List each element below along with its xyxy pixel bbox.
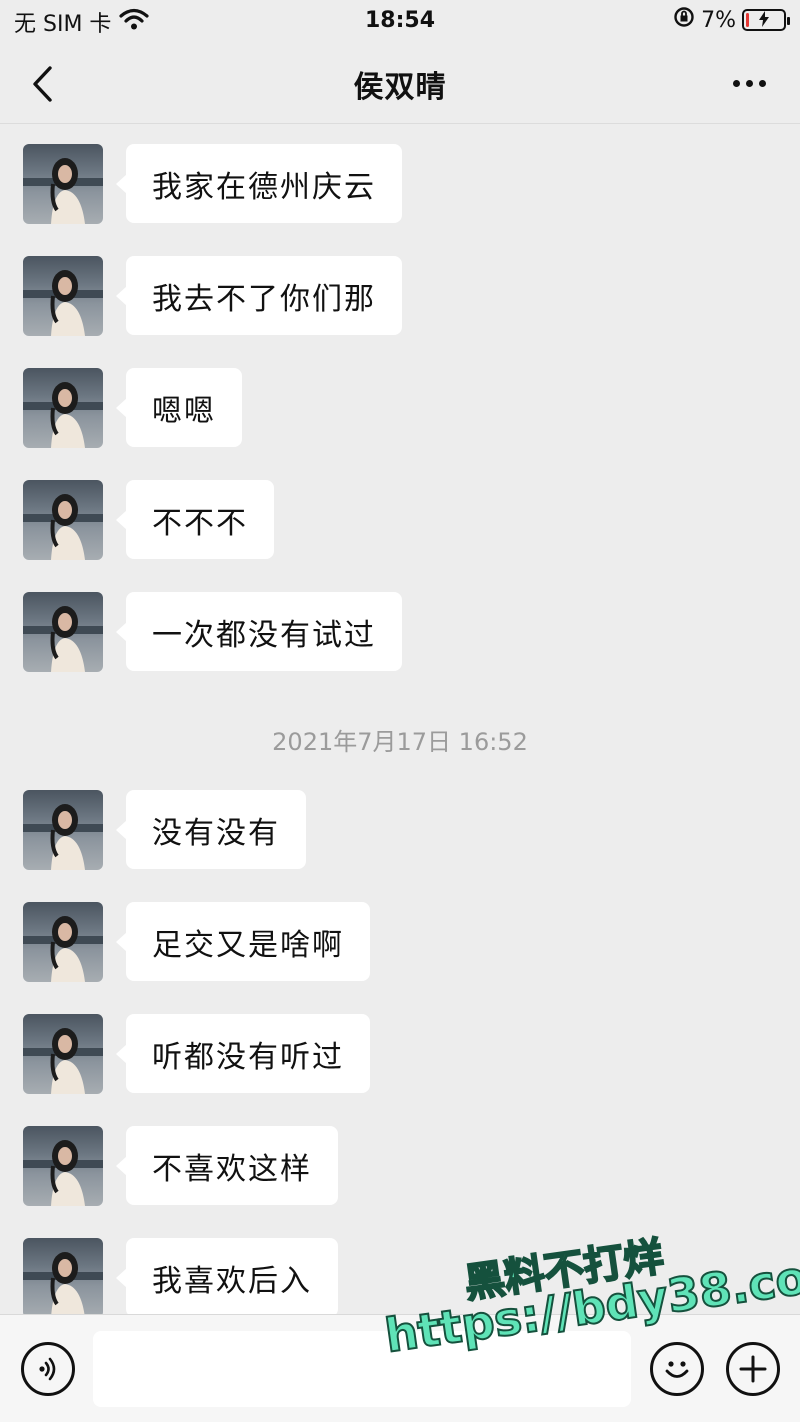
avatar[interactable] (23, 480, 103, 560)
plus-icon (739, 1355, 767, 1383)
more-dots-icon (733, 79, 740, 87)
message-row: 没有没有 (23, 790, 723, 870)
message-bubble[interactable]: 我喜欢后入 (116, 1238, 338, 1317)
message-timestamp: 2021年7月17日 16:52 (272, 728, 528, 756)
avatar[interactable] (23, 1014, 103, 1094)
page-title: 侯双晴 (353, 69, 447, 105)
message-row: 我家在德州庆云 (23, 144, 723, 224)
charging-bolt-icon (758, 10, 770, 30)
message-bubble[interactable]: 没有没有 (116, 790, 306, 869)
message-row: 不不不 (23, 480, 723, 560)
voice-button[interactable] (21, 1342, 75, 1396)
battery-percent: 7% (701, 7, 736, 33)
emoji-button[interactable] (650, 1342, 704, 1396)
plus-button[interactable] (726, 1342, 780, 1396)
avatar[interactable] (23, 1126, 103, 1206)
status-bar: 无 SIM 卡 18:54 7% (0, 0, 800, 44)
avatar[interactable] (23, 902, 103, 982)
avatar[interactable] (23, 144, 103, 224)
message-bubble[interactable]: 听都没有听过 (116, 1014, 370, 1093)
message-row: 听都没有听过 (23, 1014, 723, 1094)
chevron-left-icon (33, 66, 52, 102)
avatar[interactable] (23, 592, 103, 672)
orientation-lock-icon (673, 6, 695, 34)
emoji-icon (665, 1361, 689, 1378)
message-bubble[interactable]: 一次都没有试过 (116, 592, 402, 671)
status-right: 7% (673, 6, 790, 34)
message-row: 我喜欢后入 (23, 1238, 723, 1318)
input-bar (0, 1314, 800, 1422)
message-bubble[interactable]: 足交又是啥啊 (116, 902, 370, 981)
message-bubble[interactable]: 我家在德州庆云 (116, 144, 402, 223)
back-button[interactable] (26, 64, 62, 104)
chat-header: 侯双晴 (0, 44, 800, 124)
voice-icon (39, 1357, 56, 1381)
message-row: 嗯嗯 (23, 368, 723, 448)
message-row: 不喜欢这样 (23, 1126, 723, 1206)
message-bubble[interactable]: 嗯嗯 (116, 368, 242, 447)
battery-icon (742, 9, 790, 31)
message-input[interactable] (93, 1331, 631, 1407)
message-row: 我去不了你们那 (23, 256, 723, 336)
message-bubble[interactable]: 不不不 (116, 480, 274, 559)
message-row: 足交又是啥啊 (23, 902, 723, 982)
message-row: 一次都没有试过 (23, 592, 723, 672)
more-button[interactable] (733, 68, 766, 98)
message-bubble[interactable]: 我去不了你们那 (116, 256, 402, 335)
message-bubble[interactable]: 不喜欢这样 (116, 1126, 338, 1205)
battery-fill (746, 13, 749, 27)
avatar[interactable] (23, 790, 103, 870)
avatar[interactable] (23, 368, 103, 448)
avatar[interactable] (23, 256, 103, 336)
avatar[interactable] (23, 1238, 103, 1318)
